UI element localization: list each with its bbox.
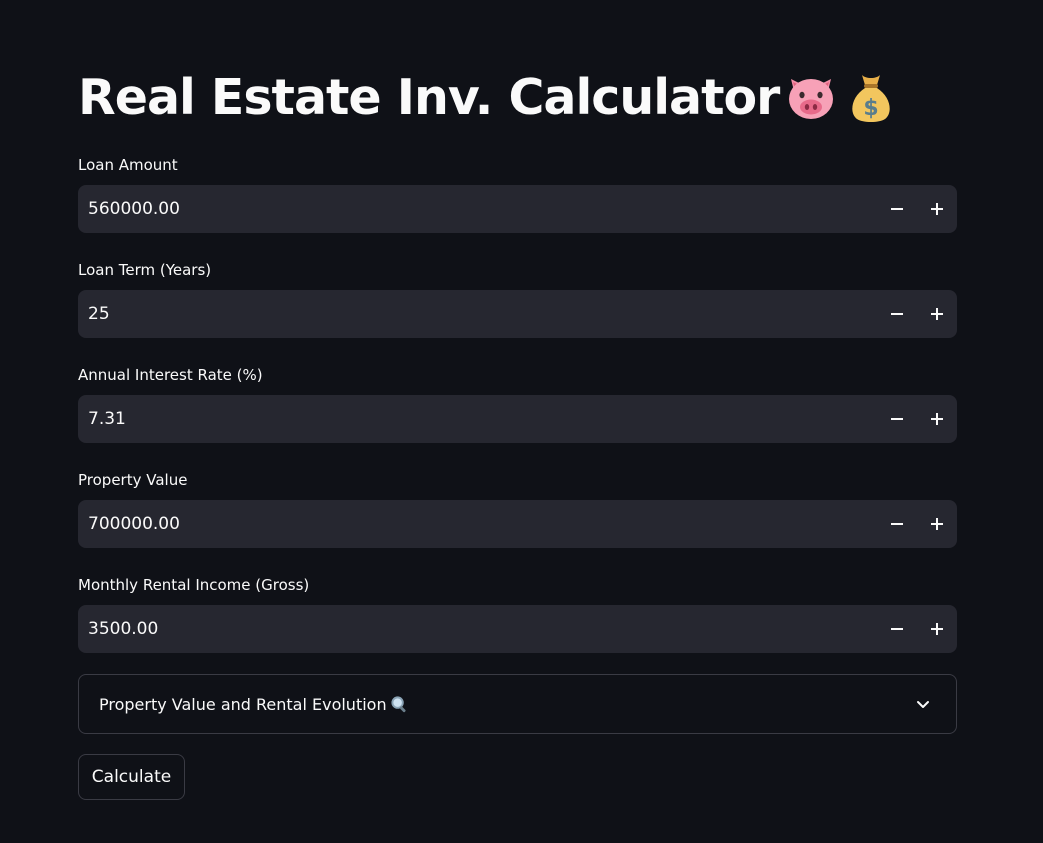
plus-icon <box>931 518 943 530</box>
loan-term-input[interactable]: 25 <box>78 290 957 338</box>
calculate-button[interactable]: Calculate <box>78 754 185 800</box>
rental-income-input[interactable]: 3500.00 <box>78 605 957 653</box>
loan-amount-value[interactable]: 560000.00 <box>78 185 877 233</box>
minus-icon <box>891 208 903 210</box>
property-value-label: Property Value <box>78 471 188 489</box>
magnifying-glass-icon <box>390 695 409 714</box>
loan-amount-label: Loan Amount <box>78 156 178 174</box>
pig-face-icon <box>783 69 839 125</box>
svg-text:$: $ <box>864 96 879 121</box>
interest-rate-field: Annual Interest Rate (%) 7.31 <box>78 365 957 443</box>
increment-button[interactable] <box>917 605 957 653</box>
increment-button[interactable] <box>917 185 957 233</box>
title-row: Real Estate Inv. Calculator $ <box>78 66 899 128</box>
increment-button[interactable] <box>917 290 957 338</box>
loan-amount-field: Loan Amount 560000.00 <box>78 155 957 233</box>
plus-icon <box>931 413 943 425</box>
expander-label: Property Value and Rental Evolution <box>99 694 387 714</box>
decrement-button[interactable] <box>877 290 917 338</box>
loan-term-value[interactable]: 25 <box>78 290 877 338</box>
loan-amount-input[interactable]: 560000.00 <box>78 185 957 233</box>
plus-icon <box>931 308 943 320</box>
rental-income-label: Monthly Rental Income (Gross) <box>78 576 310 594</box>
interest-rate-value[interactable]: 7.31 <box>78 395 877 443</box>
decrement-button[interactable] <box>877 395 917 443</box>
decrement-button[interactable] <box>877 500 917 548</box>
expander-header: Property Value and Rental Evolution <box>99 695 409 714</box>
interest-rate-label: Annual Interest Rate (%) <box>78 366 263 384</box>
minus-icon <box>891 418 903 420</box>
property-value-value[interactable]: 700000.00 <box>78 500 877 548</box>
chevron-down-icon[interactable] <box>914 695 932 713</box>
property-rental-evolution-expander[interactable]: Property Value and Rental Evolution <box>78 674 957 734</box>
increment-button[interactable] <box>917 500 957 548</box>
loan-term-field: Loan Term (Years) 25 <box>78 260 957 338</box>
property-value-input[interactable]: 700000.00 <box>78 500 957 548</box>
minus-icon <box>891 628 903 630</box>
decrement-button[interactable] <box>877 605 917 653</box>
app-root: Real Estate Inv. Calculator $ Loan Amoun… <box>0 0 1043 843</box>
plus-icon <box>931 203 943 215</box>
interest-rate-input[interactable]: 7.31 <box>78 395 957 443</box>
page-title: Real Estate Inv. Calculator <box>78 68 780 126</box>
money-bag-icon: $ <box>843 69 899 125</box>
loan-term-label: Loan Term (Years) <box>78 261 212 279</box>
decrement-button[interactable] <box>877 185 917 233</box>
minus-icon <box>891 313 903 315</box>
minus-icon <box>891 523 903 525</box>
increment-button[interactable] <box>917 395 957 443</box>
rental-income-field: Monthly Rental Income (Gross) 3500.00 <box>78 575 957 653</box>
rental-income-value[interactable]: 3500.00 <box>78 605 877 653</box>
plus-icon <box>931 623 943 635</box>
property-value-field: Property Value 700000.00 <box>78 470 957 548</box>
